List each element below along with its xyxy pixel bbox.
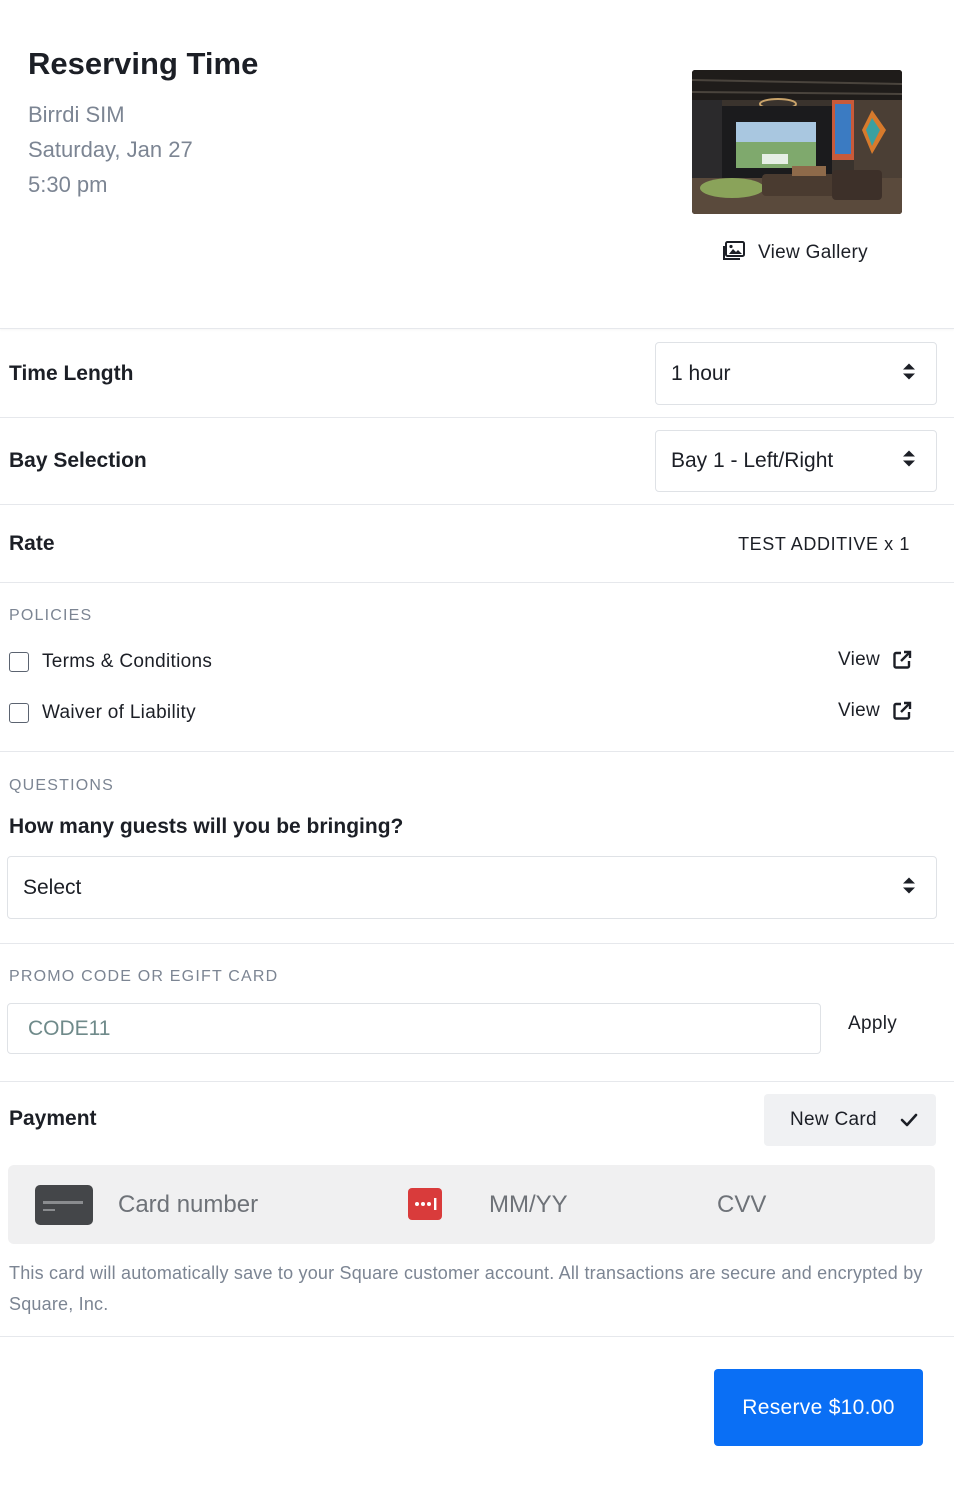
card-number-placeholder[interactable]: Card number: [118, 1191, 258, 1219]
payment-label: Payment: [9, 1107, 97, 1130]
promo-title: PROMO CODE OR EGIFT CARD: [9, 968, 279, 985]
footer-divider: [0, 1336, 954, 1337]
bay-selection-label: Bay Selection: [9, 449, 147, 472]
guests-select[interactable]: Select: [7, 856, 937, 919]
view-gallery-link[interactable]: View Gallery: [722, 238, 868, 268]
waiver-view-link[interactable]: View: [838, 700, 912, 722]
waiver-view-label: View: [837, 700, 880, 721]
bay-selection-row: Bay Selection Bay 1 - Left/Right: [0, 418, 954, 505]
promo-code-input[interactable]: [7, 1003, 821, 1054]
waiver-label: Waiver of Liability: [42, 702, 196, 723]
cvv-placeholder[interactable]: CVV: [717, 1191, 766, 1219]
new-card-label: New Card: [790, 1109, 877, 1130]
guests-question: How many guests will you be bringing?: [9, 815, 404, 838]
external-link-icon: [893, 650, 912, 669]
reservation-date: Saturday, Jan 27: [28, 137, 193, 162]
rate-label: Rate: [9, 532, 55, 555]
terms-view-label: View: [837, 649, 880, 670]
sort-arrows-icon: [902, 876, 916, 899]
reserve-button[interactable]: Reserve $10.00: [714, 1369, 923, 1446]
policies-title: POLICIES: [9, 607, 93, 624]
checkmark-icon: [900, 1113, 918, 1127]
time-length-label: Time Length: [9, 362, 134, 385]
card-entry-field[interactable]: Card number MM/YY CVV: [8, 1165, 935, 1244]
terms-label: Terms & Conditions: [42, 651, 213, 672]
cvv-card-icon: [408, 1188, 442, 1220]
apply-button[interactable]: Apply: [848, 1013, 897, 1035]
bay-selection-select[interactable]: Bay 1 - Left/Right: [655, 430, 937, 492]
page-title: Reserving Time: [28, 46, 259, 81]
bay-selection-value: Bay 1 - Left/Right: [671, 449, 834, 472]
venue-name: Birrdi SIM: [28, 102, 125, 127]
venue-photo[interactable]: [692, 70, 902, 214]
new-card-button[interactable]: New Card: [764, 1094, 936, 1146]
terms-view-link[interactable]: View: [838, 649, 912, 671]
policy-waiver: Waiver of Liability View: [9, 700, 929, 726]
terms-checkbox[interactable]: [9, 652, 29, 672]
sort-arrows-icon: [902, 362, 916, 385]
rate-row: Rate TEST ADDITIVE x 1: [0, 505, 954, 583]
card-save-note: This card will automatically save to you…: [9, 1263, 923, 1314]
policies-section: POLICIES Terms & Conditions View Waiver …: [0, 583, 954, 752]
questions-title: QUESTIONS: [9, 777, 115, 794]
waiver-checkbox[interactable]: [9, 703, 29, 723]
sort-arrows-icon: [902, 450, 916, 473]
view-gallery-label: View Gallery: [758, 242, 868, 263]
time-length-row: Time Length 1 hour: [0, 330, 954, 418]
image-gallery-icon: [722, 240, 746, 266]
time-length-value: 1 hour: [671, 361, 731, 385]
credit-card-icon: [35, 1185, 93, 1225]
expiry-placeholder[interactable]: MM/YY: [489, 1191, 568, 1219]
guests-select-value: Select: [23, 875, 82, 899]
external-link-icon: [893, 701, 912, 720]
reservation-header: Reserving Time Birrdi SIM Saturday, Jan …: [0, 0, 954, 329]
rate-value: TEST ADDITIVE x 1: [738, 534, 910, 554]
policy-terms: Terms & Conditions View: [9, 649, 929, 675]
time-length-select[interactable]: 1 hour: [655, 342, 937, 405]
reservation-time: 5:30 pm: [28, 172, 108, 197]
